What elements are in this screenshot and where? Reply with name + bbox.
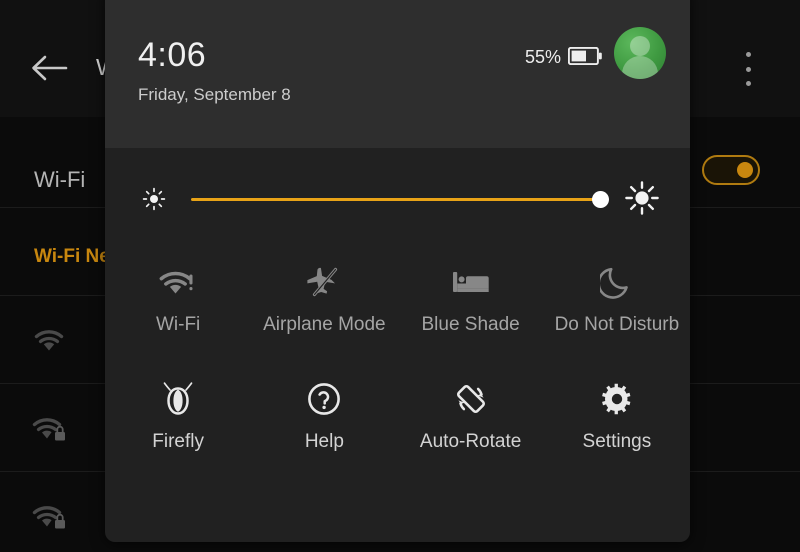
gear-icon xyxy=(600,379,634,419)
wifi-signal-lock-icon xyxy=(30,498,68,532)
help-circle-icon xyxy=(307,379,341,419)
clock-date: Friday, September 8 xyxy=(138,85,291,104)
tile-blue-shade[interactable]: Blue Shade xyxy=(398,252,544,337)
brightness-high-icon xyxy=(624,180,660,216)
tile-row-2: Firefly Help Auto-Rotate Settings xyxy=(105,369,690,454)
tile-label: Airplane Mode xyxy=(263,314,386,335)
airplane-off-icon xyxy=(305,262,343,302)
moon-icon xyxy=(599,262,634,302)
quick-settings-panel: 4:06 Friday, September 8 55% Wi-Fi Airpl… xyxy=(105,0,690,542)
toggle-knob xyxy=(737,162,753,178)
tile-label: Do Not Disturb xyxy=(554,314,680,335)
tile-label: Firefly xyxy=(152,431,204,452)
tile-firefly[interactable]: Firefly xyxy=(105,369,251,454)
bed-icon xyxy=(451,262,491,302)
clock-time: 4:06 xyxy=(138,36,207,74)
quick-settings-tiles: Wi-Fi Airplane Mode Blue Shade Do Not Di… xyxy=(105,252,690,454)
battery-icon xyxy=(567,46,602,66)
tile-airplane-mode[interactable]: Airplane Mode xyxy=(251,252,397,337)
tile-label: Auto-Rotate xyxy=(419,431,522,452)
battery-percentage: 55% xyxy=(524,47,561,67)
tile-wifi[interactable]: Wi-Fi xyxy=(105,252,251,337)
tile-label: Help xyxy=(304,431,344,452)
brightness-control xyxy=(105,148,690,255)
firefly-icon xyxy=(161,379,195,419)
wifi-signal-icon xyxy=(30,322,68,356)
wifi-toggle-switch[interactable] xyxy=(702,155,760,185)
wifi-toggle-label: Wi-Fi xyxy=(34,167,86,192)
brightness-low-icon xyxy=(141,186,167,212)
user-avatar-icon[interactable] xyxy=(614,27,666,79)
tile-help[interactable]: Help xyxy=(251,369,397,454)
tile-do-not-disturb[interactable]: Do Not Disturb xyxy=(544,252,690,337)
tile-label: Settings xyxy=(582,431,652,452)
brightness-slider-track[interactable] xyxy=(191,198,603,201)
screen: Wi-Fi Wi-Fi Wi-Fi Networks xyxy=(0,0,800,552)
auto-rotate-icon xyxy=(453,379,489,419)
quick-settings-header: 4:06 Friday, September 8 55% xyxy=(105,0,690,148)
tile-settings[interactable]: Settings xyxy=(544,369,690,454)
tile-row-1: Wi-Fi Airplane Mode Blue Shade Do Not Di… xyxy=(105,252,690,337)
avatar-head xyxy=(630,35,650,56)
back-arrow-icon[interactable] xyxy=(28,52,70,84)
tile-auto-rotate[interactable]: Auto-Rotate xyxy=(398,369,544,454)
brightness-slider-thumb[interactable] xyxy=(592,191,609,208)
avatar-body xyxy=(622,56,658,79)
wifi-alert-icon xyxy=(158,262,198,302)
tile-label: Wi-Fi xyxy=(155,314,201,335)
tile-label: Blue Shade xyxy=(421,314,520,335)
overflow-menu-icon[interactable] xyxy=(736,52,760,86)
wifi-signal-lock-icon xyxy=(30,410,68,444)
